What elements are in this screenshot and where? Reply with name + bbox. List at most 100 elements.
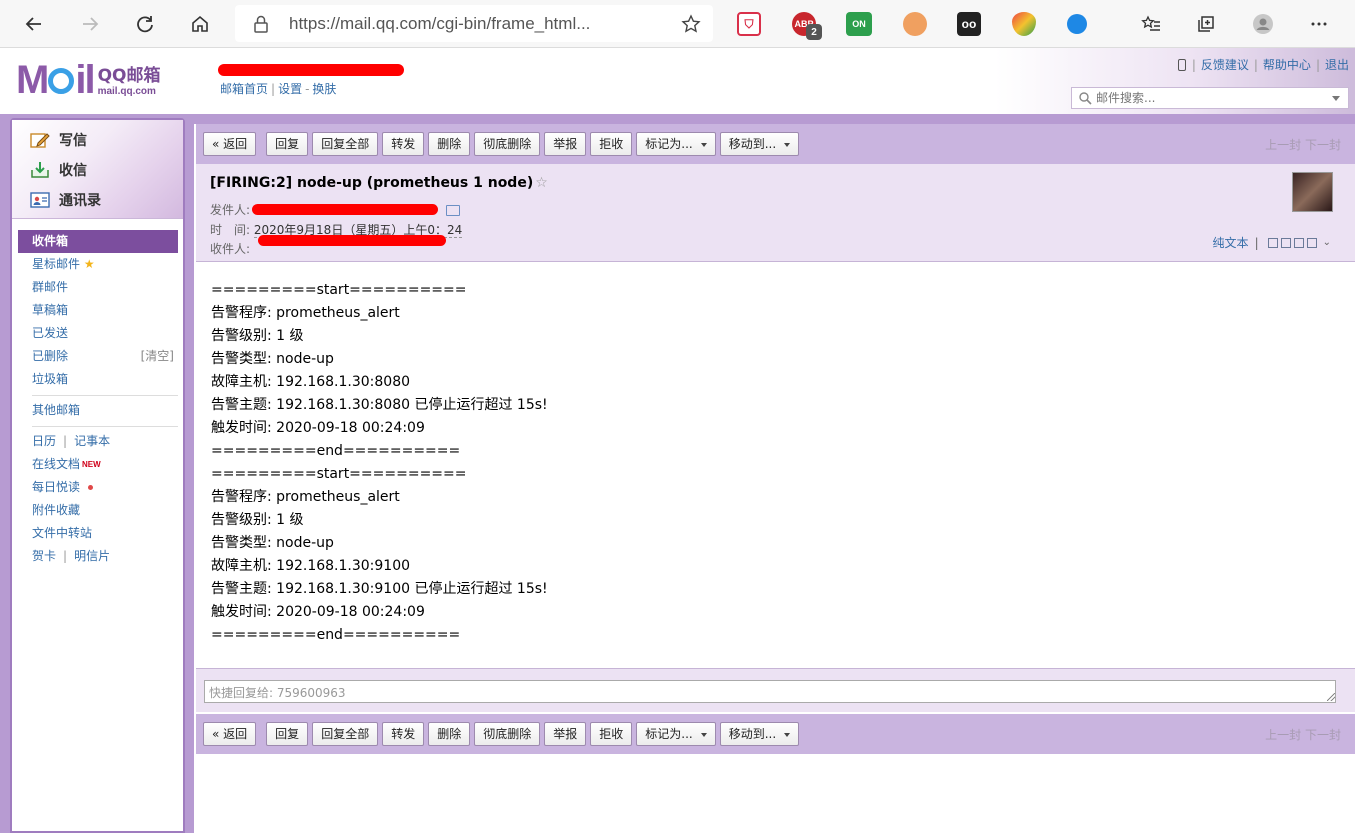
mail-header: Mil QQ邮箱 mail.qq.com 邮箱首页 | 设置 - 换肤 | 反馈建议 | …	[0, 48, 1355, 116]
help-link[interactable]: 帮助中心	[1263, 56, 1311, 73]
clear-trash-link[interactable]: [清空]	[141, 345, 174, 368]
quick-reply-input[interactable]: 快捷回复给: 759600963	[204, 680, 1336, 703]
reply-all-button[interactable]: 回复全部	[312, 722, 379, 746]
folder-starred-label: 星标邮件	[32, 257, 81, 271]
report-button[interactable]: 举报	[544, 132, 587, 156]
glasses-extension-icon[interactable]: oo	[957, 12, 981, 36]
folder-other[interactable]: 其他邮箱	[18, 399, 178, 422]
favorite-star-icon[interactable]	[681, 14, 701, 34]
settings-link[interactable]: 设置	[278, 82, 302, 96]
folder-inbox[interactable]: 收件箱	[18, 230, 178, 253]
prev-mail-link[interactable]: 上一封	[1265, 138, 1301, 152]
qqmail-logo[interactable]: Mil QQ邮箱 mail.qq.com	[16, 60, 160, 100]
next-mail-link[interactable]: 下一封	[1305, 138, 1341, 152]
reply-all-button[interactable]: 回复全部	[312, 132, 379, 156]
mailbox-home-link[interactable]: 邮箱首页	[220, 82, 268, 96]
folder-spam[interactable]: 垃圾箱	[18, 368, 178, 391]
back-button[interactable]: « 返回	[203, 722, 257, 746]
docs-link[interactable]: 在线文档 NEW	[18, 453, 178, 476]
file-transfer-link[interactable]: 文件中转站	[18, 522, 178, 545]
account-links: 邮箱首页 | 设置 - 换肤	[220, 82, 337, 96]
calendar-link[interactable]: 日历	[32, 434, 56, 448]
chevron-down-icon	[784, 732, 791, 737]
skin-link[interactable]: 换肤	[312, 82, 336, 96]
contact-card-icon[interactable]	[445, 205, 460, 216]
mark-as-dropdown[interactable]: 标记为...	[636, 132, 716, 156]
sender-avatar[interactable]	[1292, 172, 1333, 212]
inbox-button[interactable]: 收信	[30, 159, 87, 181]
download-icon[interactable]	[1293, 237, 1304, 248]
forward-arrow-icon[interactable]	[74, 8, 106, 40]
delete-permanently-button[interactable]: 彻底删除	[474, 132, 541, 156]
collections-icon[interactable]	[1190, 8, 1222, 40]
plain-text-link[interactable]: 纯文本	[1213, 234, 1249, 251]
forward-button[interactable]: 转发	[382, 132, 425, 156]
next-mail-link[interactable]: 下一封	[1305, 728, 1341, 742]
print-icon[interactable]	[1306, 237, 1317, 248]
forward-button[interactable]: 转发	[382, 722, 425, 746]
cloud-extension-icon[interactable]	[1067, 14, 1087, 34]
refresh-icon[interactable]	[129, 8, 161, 40]
compact-view-icon[interactable]	[1280, 237, 1291, 248]
attachments-link[interactable]: 附件收藏	[18, 499, 178, 522]
folder-drafts[interactable]: 草稿箱	[18, 299, 178, 322]
daily-reading-link[interactable]: 每日悦读	[18, 476, 178, 499]
tools-row-2: 贺卡 | 明信片	[32, 549, 111, 563]
home-icon[interactable]	[184, 8, 216, 40]
delete-button[interactable]: 删除	[428, 132, 471, 156]
on-extension-icon[interactable]: ON	[846, 12, 872, 36]
message-toolbar-bottom: « 返回 回复 回复全部 转发 删除 彻底删除 举报 拒收 标记为... 移动到…	[196, 714, 1355, 754]
translate-extension-icon[interactable]	[903, 12, 927, 36]
folder-deleted[interactable]: 已删除 [清空]	[18, 345, 178, 368]
reject-button[interactable]: 拒收	[590, 722, 633, 746]
greeting-card-link[interactable]: 贺卡	[32, 549, 56, 563]
chevron-down-icon[interactable]: ⌄	[1323, 237, 1331, 248]
folder-deleted-label: 已删除	[32, 349, 69, 363]
reply-button[interactable]: 回复	[266, 722, 309, 746]
star-toggle-icon[interactable]: ☆	[535, 175, 548, 191]
pocket-extension-icon[interactable]: ⛉	[737, 12, 761, 36]
more-menu-icon[interactable]	[1303, 8, 1335, 40]
mark-as-dropdown[interactable]: 标记为...	[636, 722, 716, 746]
delete-permanently-button[interactable]: 彻底删除	[474, 722, 541, 746]
folder-group[interactable]: 群邮件	[18, 276, 178, 299]
postcard-link[interactable]: 明信片	[74, 549, 110, 563]
delete-button[interactable]: 删除	[428, 722, 471, 746]
inbox-label: 收信	[59, 163, 87, 179]
search-dropdown-icon[interactable]	[1332, 95, 1340, 101]
move-to-dropdown[interactable]: 移动到...	[719, 722, 800, 746]
report-button[interactable]: 举报	[544, 722, 587, 746]
address-bar[interactable]: https://mail.qq.com/cgi-bin/frame_html..…	[235, 5, 713, 42]
reply-button[interactable]: 回复	[266, 132, 309, 156]
move-to-dropdown[interactable]: 移动到...	[719, 132, 800, 156]
mark-as-label: 标记为...	[645, 137, 693, 151]
compose-icon	[30, 133, 50, 148]
reject-button[interactable]: 拒收	[590, 132, 633, 156]
contacts-button[interactable]: 通讯录	[30, 189, 101, 211]
body-line: 告警类型: node-up	[211, 535, 334, 551]
new-window-icon[interactable]	[1267, 237, 1278, 248]
logout-link[interactable]: 退出	[1325, 56, 1349, 73]
phone-icon[interactable]	[1177, 58, 1186, 71]
body-line: =========start==========	[211, 282, 467, 298]
prev-mail-link[interactable]: 上一封	[1265, 728, 1301, 742]
star-icon: ★	[83, 257, 95, 271]
notes-link[interactable]: 记事本	[74, 434, 110, 448]
feedback-link[interactable]: 反馈建议	[1201, 56, 1249, 73]
search-input[interactable]	[1096, 91, 1332, 105]
favorites-list-icon[interactable]	[1135, 8, 1167, 40]
shield-extension-icon[interactable]	[1012, 12, 1036, 36]
time-label: 时 间:	[210, 223, 251, 237]
back-arrow-icon[interactable]	[18, 8, 50, 40]
back-button[interactable]: « 返回	[203, 132, 257, 156]
profile-avatar-icon[interactable]	[1247, 8, 1279, 40]
folder-sent[interactable]: 已发送	[18, 322, 178, 345]
chevron-down-icon	[700, 732, 707, 737]
contacts-label: 通讯录	[59, 193, 101, 209]
sidebar-divider	[32, 395, 178, 396]
resize-handle-icon[interactable]	[1327, 693, 1335, 701]
folder-starred[interactable]: 星标邮件 ★	[18, 253, 178, 276]
mail-search-box[interactable]	[1071, 87, 1349, 109]
compose-button[interactable]: 写信	[30, 129, 87, 151]
docs-label: 在线文档	[32, 457, 81, 471]
